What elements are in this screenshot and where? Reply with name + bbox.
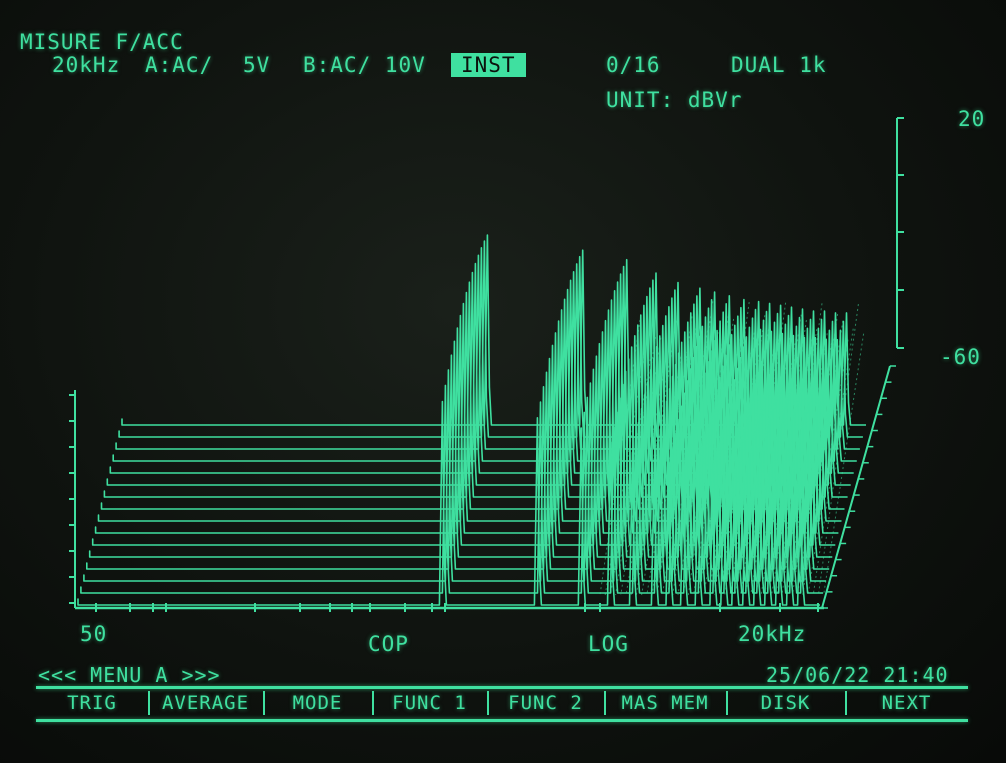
softkey-bottom-rule [36,719,968,722]
softkey-separator [845,691,847,715]
y-axis-mid-label: -60 [940,345,981,369]
softkey-separator [487,691,489,715]
menu-a-indicator[interactable]: <<< MENU A >>> [38,663,221,687]
softkey-next[interactable]: NEXT [845,690,968,716]
softkey-separator [726,691,728,715]
softkey-separator [148,691,150,715]
softkey-disk[interactable]: DISK [726,690,845,716]
y-axis-top-label: 20 [958,107,986,131]
softkey-separator [604,691,606,715]
softkey-trig[interactable]: TRIG [36,690,148,716]
softkey-mode[interactable]: MODE [263,690,372,716]
softkey-func-1[interactable]: FUNC 1 [372,690,487,716]
softkey-mas-mem[interactable]: MAS MEM [604,690,726,716]
x-axis-end-label: 20kHz [738,622,807,646]
softkey-func-2[interactable]: FUNC 2 [487,690,604,716]
softkey-separator [372,691,374,715]
analyzer-screen: MISURE F/ACC 20kHz A:AC/ 5V B:AC/ 10V IN… [0,0,1006,763]
cop-label: COP [368,632,409,656]
waterfall-traces [69,117,904,612]
log-scale-label: LOG [588,632,629,656]
waterfall-plot [69,117,904,612]
softkey-average[interactable]: AVERAGE [148,690,263,716]
date-time-readout: 25/06/22 21:40 [766,663,949,687]
x-axis-start-label: 50 [80,622,108,646]
softkey-separator [263,691,265,715]
softkey-top-rule [36,686,968,689]
